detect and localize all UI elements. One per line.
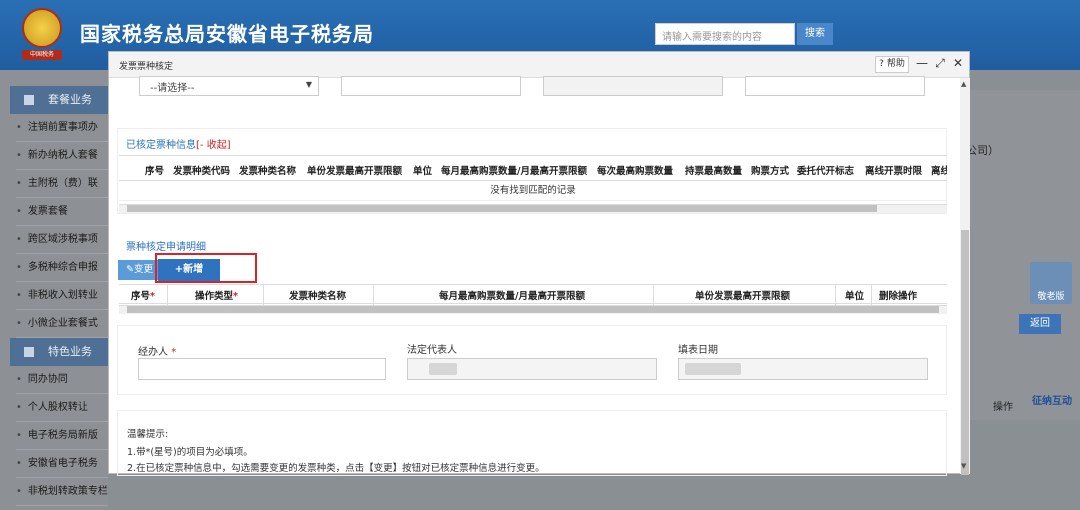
column-header: 删除操作 <box>879 291 918 302</box>
sidebar-item[interactable]: 同办协同 <box>16 366 108 394</box>
redacted-value <box>429 363 457 375</box>
column-header: 序号* <box>131 291 155 302</box>
sidebar-item[interactable]: 非税收入划转业 <box>16 282 108 310</box>
column-header: 每月最高购票数量/月最高开票限额 <box>439 291 585 302</box>
operation-label: 操作 <box>993 402 1013 413</box>
invoice-type-modal: 发票票种核定 ? 帮助 — ⤢ ✕ ▲ ▼ --请选择-- ▼ 已核定票种信息[-… <box>108 51 970 476</box>
background-text: 公司） <box>966 144 999 157</box>
column-header: 离线开票时限 <box>865 166 923 177</box>
sidebar-item[interactable]: 多税种综合申报 <box>16 254 108 282</box>
help-button[interactable]: ? 帮助 <box>875 56 909 73</box>
sidebar-item[interactable]: 发票套餐 <box>16 198 108 226</box>
column-header: 操作类型* <box>195 291 238 302</box>
column-header: 单位 <box>413 166 433 177</box>
site-title: 国家税务总局安徽省电子税务局 <box>80 22 374 46</box>
column-header: 发票种类名称 <box>239 166 297 177</box>
modal-title: 发票票种核定 <box>119 62 174 72</box>
elder-mode-button[interactable]: 敬老版 <box>1030 262 1072 304</box>
column-header: 单位 <box>845 291 865 302</box>
handler-label: 经办人 * <box>138 347 177 358</box>
fill-date-label: 填表日期 <box>678 345 718 356</box>
approved-types-table-header: 序号 发票种类代码 发票种类名称 单份发票最高开票限额 单位 每月最高购票数量/… <box>119 155 947 181</box>
section-title: 已核定票种信息[- 收起] <box>126 140 231 151</box>
interaction-avatar-icon[interactable]: 征纳互动 <box>1032 392 1076 438</box>
column-header: 发票种类代码 <box>173 166 231 177</box>
chevron-down-icon: ▼ <box>305 80 312 89</box>
column-divider <box>835 285 836 305</box>
scroll-up-icon[interactable]: ▲ <box>961 80 966 88</box>
layers-icon <box>24 95 34 105</box>
close-icon[interactable]: ✕ <box>951 56 965 70</box>
section-title: 票种核定申请明细 <box>126 242 206 253</box>
column-header: 发票种类名称 <box>289 291 347 302</box>
scroll-down-icon[interactable]: ▼ <box>961 462 966 470</box>
tips-title: 温馨提示: <box>127 429 169 440</box>
column-header: 单份发票最高开票限额 <box>695 291 791 302</box>
column-header: 购票方式 <box>751 166 790 177</box>
background-panel <box>960 90 1080 420</box>
scroll-thumb[interactable] <box>961 230 969 475</box>
redacted-value <box>685 363 741 375</box>
column-header: 离线 <box>931 166 947 177</box>
tip-line: 1.带*(星号)的项目为必填项。 <box>127 447 253 458</box>
layers-icon <box>24 347 34 357</box>
sidebar-item[interactable]: 非税划转政策专栏 <box>16 478 108 506</box>
sidebar-section-special[interactable]: 特色业务 <box>10 338 108 366</box>
sidebar: 套餐业务 注销前置事项办 新办纳税人套餐 主附税（费）联 发票套餐 跨区域涉税事… <box>0 70 108 510</box>
sidebar-item[interactable]: 新办纳税人套餐 <box>16 142 108 170</box>
type-select[interactable]: --请选择-- ▼ <box>139 76 319 96</box>
emblem-caption: 中国税务 <box>22 50 62 60</box>
change-button[interactable]: ✎变更 <box>118 260 158 280</box>
maximize-icon[interactable]: ⤢ <box>933 56 947 71</box>
column-header: 每月最高购票数量/月最高开票限额 <box>441 166 587 177</box>
tip-line: 2.在已核定票种信息中，勾选需要变更的发票种类，点击【变更】按钮对已核定票种信息… <box>127 463 545 474</box>
application-table-header: 序号* 操作类型* 发票种类名称 每月最高购票数量/月最高开票限额 单份发票最高… <box>119 284 947 305</box>
search-button[interactable]: 搜索 <box>797 23 833 45</box>
sidebar-item[interactable]: 跨区域涉税事项 <box>16 226 108 254</box>
minimize-icon[interactable]: — <box>915 56 929 70</box>
column-header: 持票最高数量 <box>685 166 743 177</box>
horizontal-scroll-thumb[interactable] <box>127 205 877 212</box>
return-button[interactable]: 返回 <box>1019 314 1061 334</box>
sidebar-item[interactable]: 个人股权转让 <box>16 394 108 422</box>
column-divider <box>373 285 374 305</box>
text-field[interactable] <box>341 76 521 96</box>
column-header: 序号 <box>145 166 165 177</box>
text-field[interactable] <box>745 76 925 96</box>
handler-input[interactable] <box>138 358 386 380</box>
readonly-field <box>543 76 723 96</box>
horizontal-scroll-thumb[interactable] <box>127 306 939 313</box>
column-header: 委托代开标志 <box>797 166 855 177</box>
column-divider <box>167 285 168 305</box>
column-divider <box>653 285 654 305</box>
column-header: 单份发票最高开票限额 <box>307 166 403 177</box>
sidebar-item[interactable]: 小微企业套餐式 <box>16 310 108 338</box>
column-divider <box>871 285 872 305</box>
search-input[interactable]: 请输入需要搜索的内容 <box>655 23 795 45</box>
sidebar-item[interactable]: 注销前置事项办 <box>16 114 108 142</box>
empty-message: 没有找到匹配的记录 <box>119 181 947 201</box>
sidebar-item[interactable]: 电子税务局新版 <box>16 422 108 450</box>
sidebar-section-package[interactable]: 套餐业务 <box>10 86 108 114</box>
legal-rep-label: 法定代表人 <box>407 345 457 356</box>
column-header: 每次最高购票数量 <box>597 166 674 177</box>
sidebar-item[interactable]: 主附税（费）联 <box>16 170 108 198</box>
column-divider <box>263 285 264 305</box>
tax-emblem-icon <box>22 8 62 48</box>
sidebar-item[interactable]: 安徽省电子税务 <box>16 450 108 478</box>
collapse-link[interactable]: [- 收起] <box>196 140 231 151</box>
modal-titlebar: 发票票种核定 ? 帮助 — ⤢ ✕ <box>109 52 969 78</box>
highlight-box <box>155 253 257 283</box>
